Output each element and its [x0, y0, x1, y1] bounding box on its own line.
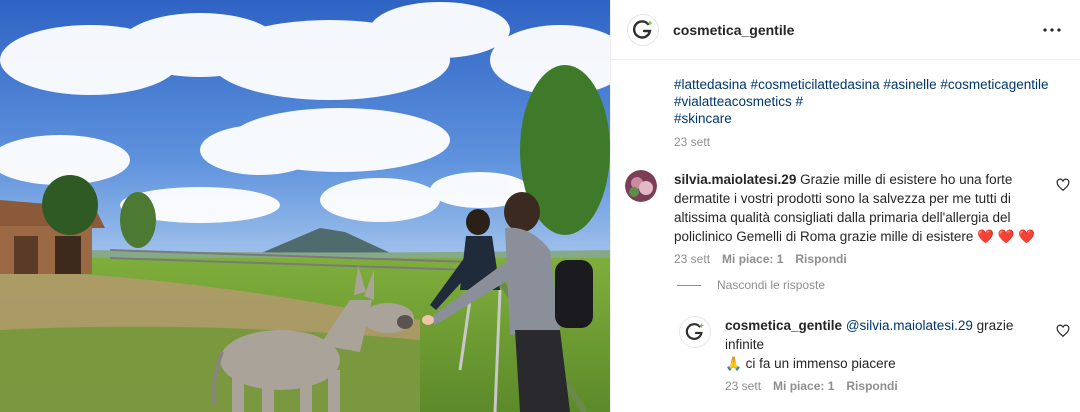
post-detail-panel: cosmetica_gentile #lattedasina #cosmetic… [610, 0, 1080, 412]
hashtag-line[interactable]: #lattedasina #cosmeticilattedasina #asin… [674, 77, 1048, 92]
comment-timestamp[interactable]: 23 sett [674, 250, 710, 269]
like-heart-icon[interactable] [1056, 324, 1070, 338]
caption-timestamp[interactable]: 23 sett [674, 135, 710, 149]
post-photo[interactable] [0, 0, 610, 412]
post-author-username[interactable]: cosmetica_gentile [673, 22, 794, 38]
comment-username[interactable]: silvia.maiolatesi.29 [674, 172, 796, 187]
brand-logo-icon [633, 19, 653, 39]
comment-emoji: ❤️ ❤️ ❤️ [977, 229, 1036, 244]
like-heart-icon[interactable] [1056, 178, 1070, 192]
reply-username[interactable]: cosmetica_gentile [725, 318, 842, 333]
brand-logo-icon [685, 322, 705, 340]
reply-mention[interactable]: @silvia.maiolatesi.29 [846, 318, 973, 333]
reply-likes[interactable]: Mi piace: 1 [773, 377, 834, 396]
post-header: cosmetica_gentile [611, 0, 1080, 60]
reply-author-avatar[interactable] [679, 316, 711, 348]
reply-timestamp[interactable]: 23 sett [725, 377, 761, 396]
avatar-image [625, 170, 657, 202]
comment-likes[interactable]: Mi piace: 1 [722, 250, 783, 269]
ellipsis-icon[interactable] [1040, 18, 1064, 42]
post-caption: #lattedasina #cosmeticilattedasina #asin… [674, 76, 1069, 151]
reply-emoji: 🙏 [725, 356, 742, 371]
hashtag-line[interactable]: #vialatteacosmetics # [674, 94, 803, 109]
commenter-avatar[interactable] [625, 170, 657, 202]
comment-reply-button[interactable]: Rispondi [795, 250, 846, 269]
brand-logo-avatar[interactable] [627, 13, 659, 46]
hide-replies-label: Nascondi le risposte [717, 278, 826, 292]
reply-text-continued: ci fa un immenso piacere [741, 356, 896, 371]
divider-line [677, 284, 701, 286]
hide-replies-toggle[interactable]: Nascondi le risposte [677, 278, 825, 292]
hashtag-line[interactable]: #skincare [674, 111, 732, 126]
reply-reply-button[interactable]: Rispondi [846, 377, 897, 396]
post-photo-illustration [0, 0, 610, 412]
